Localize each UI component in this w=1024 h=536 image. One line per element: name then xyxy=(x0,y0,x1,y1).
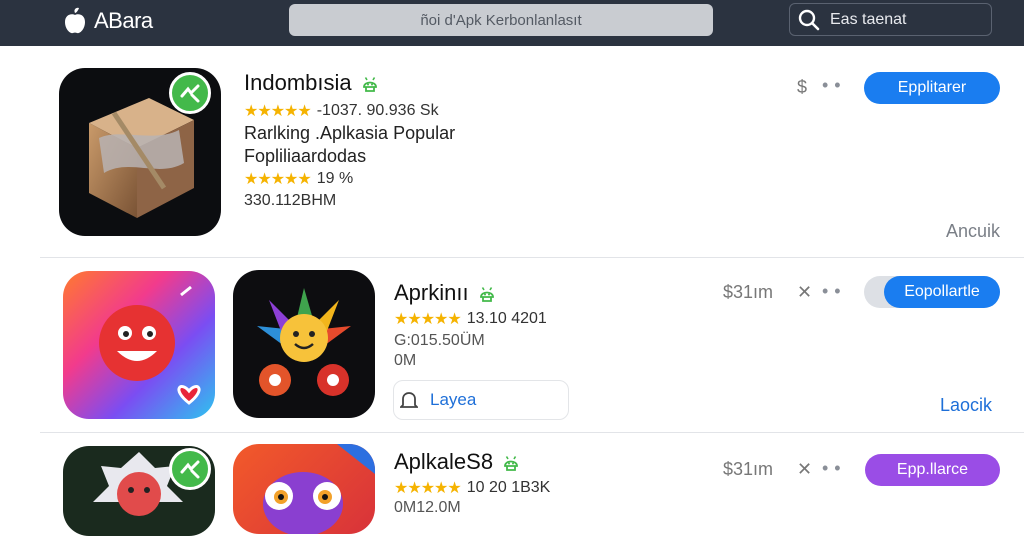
verified-badge-icon xyxy=(169,72,211,114)
app-size-2: G:015.50ÜM xyxy=(394,332,485,349)
divider-2 xyxy=(40,432,1024,433)
chip-label: Layea xyxy=(430,390,477,409)
verified-badge-icon xyxy=(169,448,211,490)
monster-eyes-icon xyxy=(263,444,375,534)
top-bar: ABara ñoi d'Apk Kerbonlanlasıt xyxy=(0,0,1024,46)
apple-logo-icon xyxy=(65,7,85,34)
app-size-3: 0M12.0M xyxy=(394,499,461,516)
install-button-1[interactable]: Epplitarer xyxy=(864,72,1000,104)
rating-text: 13.10 4201 xyxy=(466,310,547,327)
search-icon xyxy=(798,9,820,30)
app-icon-2a[interactable] xyxy=(63,271,215,419)
address-text: ñoi d'Apk Kerbonlanlasıt xyxy=(420,11,582,29)
divider-1 xyxy=(40,257,1024,258)
app-title-2[interactable]: Aprkinıı xyxy=(394,280,497,306)
android-icon xyxy=(504,456,518,471)
flower-character-icon xyxy=(257,288,351,396)
rating-stars: ★★★★★ xyxy=(394,311,462,328)
rating-row-2: ★★★★★ 19 % xyxy=(244,169,353,189)
app-title-1[interactable]: Indombısia xyxy=(244,70,380,96)
bell-icon xyxy=(400,392,418,408)
app-title-3[interactable]: AplkaleS8 xyxy=(394,449,521,475)
android-icon xyxy=(362,77,377,92)
app-title-text: Indombısia xyxy=(244,70,352,95)
logo-text: ABara xyxy=(94,8,153,33)
rating-percent: 19 % xyxy=(316,170,354,187)
app-size-2b: 0M xyxy=(394,352,417,369)
app-logo[interactable]: ABara xyxy=(60,6,153,36)
rating-row-4: ★★★★★ 10 20 1B3K xyxy=(394,478,550,498)
search-box[interactable] xyxy=(789,3,992,36)
rating-row-3: ★★★★★ 13.10 4201 xyxy=(394,309,547,329)
app-size-1: 330.112BHM xyxy=(244,192,337,209)
side-link-1[interactable]: Ancuik xyxy=(946,221,1000,242)
close-icon[interactable]: ✕ xyxy=(797,282,812,303)
app-title-text: AplkaleS8 xyxy=(394,449,494,474)
app-subtitle-1: Rarlking .Aplkasia Popular xyxy=(244,123,456,143)
address-bar[interactable]: ñoi d'Apk Kerbonlanlasıt xyxy=(289,4,713,36)
layer-chip[interactable]: Layea xyxy=(393,380,569,420)
search-input[interactable] xyxy=(830,10,980,29)
rating-text: 10 20 1B3K xyxy=(466,479,551,496)
rating-stars: ★★★★★ xyxy=(244,103,312,120)
more-options-icon[interactable]: •• xyxy=(822,281,847,302)
app-icon-2b[interactable] xyxy=(233,270,375,418)
app-icon-3b[interactable] xyxy=(233,444,375,534)
rating-stars: ★★★★★ xyxy=(244,171,312,188)
rating-stars: ★★★★★ xyxy=(394,480,462,497)
install-button-2[interactable]: Eopollartle xyxy=(884,276,1000,308)
app-title-text: Aprkinıı xyxy=(394,280,469,305)
close-icon[interactable]: ✕ xyxy=(797,459,812,480)
rating-text: -1037. 90.936 Sk xyxy=(316,102,439,119)
app-subtitle-2: Fopliliaardodas xyxy=(244,146,367,166)
smiley-face-icon xyxy=(99,285,201,405)
side-link-2[interactable]: Laocik xyxy=(940,395,992,416)
more-options-icon[interactable]: •• xyxy=(822,458,847,479)
rating-row-1: ★★★★★ -1037. 90.936 Sk xyxy=(244,101,439,121)
install-button-3[interactable]: Epp.llarce xyxy=(865,454,1000,486)
android-icon xyxy=(479,287,494,302)
price-text: $31ım xyxy=(723,459,774,479)
dollar-icon: $ xyxy=(797,77,808,97)
price-text: $31ım xyxy=(723,282,774,302)
more-options-icon[interactable]: •• xyxy=(822,75,847,96)
